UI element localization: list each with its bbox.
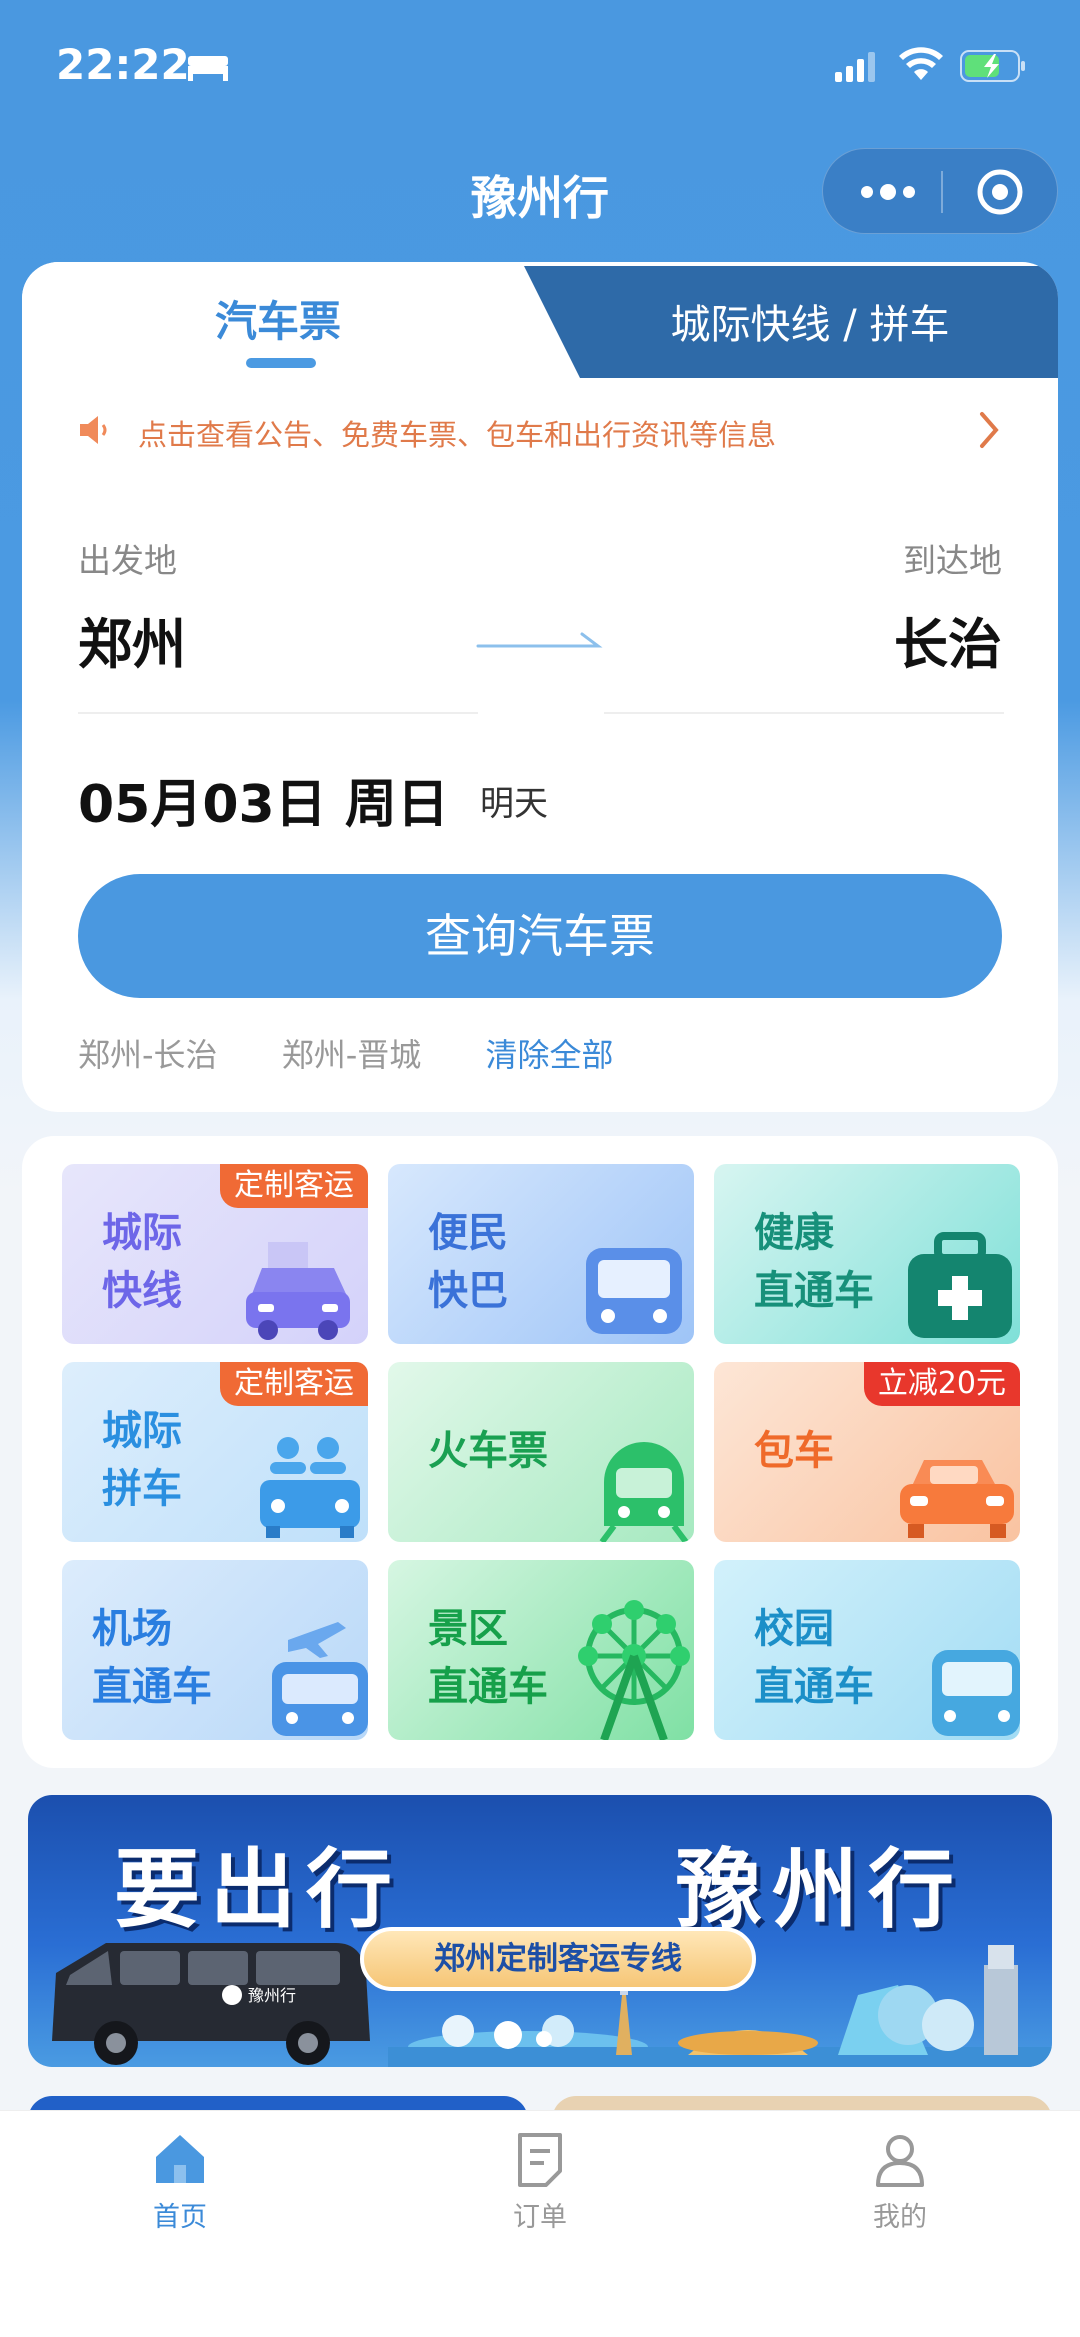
tab-profile[interactable]: 我的 xyxy=(800,2129,1000,2234)
service-health-shuttle[interactable]: 健康 直通车 xyxy=(714,1164,1020,1344)
from-city[interactable]: 郑州 xyxy=(78,600,186,679)
more-icon[interactable] xyxy=(853,169,923,215)
tile-label: 直通车 xyxy=(92,1664,212,1710)
banner-pagination-dot xyxy=(536,2031,552,2047)
search-bus-ticket-button[interactable]: 查询汽车票 xyxy=(78,874,1002,998)
clear-history-button[interactable]: 清除全部 xyxy=(485,1036,613,1074)
banner-slogan-left: 要出行 xyxy=(114,1840,402,1940)
tile-label: 直通车 xyxy=(754,1268,874,1314)
ferris-wheel-icon xyxy=(578,1600,690,1740)
tab-intercity-carpool[interactable]: 城际快线 / 拼车 xyxy=(562,292,1058,350)
history-item[interactable]: 郑州-晋城 xyxy=(282,1036,422,1074)
to-underline xyxy=(604,712,1004,714)
tile-badge: 定制客运 xyxy=(220,1164,368,1208)
van-brand-text: 豫州行 xyxy=(248,1986,296,2005)
airport-bus-icon xyxy=(272,1622,368,1736)
tab-orders[interactable]: 订单 xyxy=(440,2129,640,2234)
train-icon xyxy=(599,1442,689,1542)
tile-label: 直通车 xyxy=(428,1664,548,1710)
van-illustration: 豫州行 xyxy=(52,1943,370,2065)
order-icon xyxy=(518,2133,562,2187)
from-underline xyxy=(78,712,478,714)
tile-label: 火车票 xyxy=(428,1428,548,1474)
service-scenic-shuttle[interactable]: 景区 直通车 xyxy=(388,1560,694,1740)
tile-label: 机场 xyxy=(92,1606,172,1652)
service-intercity-carpool[interactable]: 城际 拼车 定制客运 xyxy=(62,1362,368,1542)
tile-label: 健康 xyxy=(754,1210,834,1256)
notice-text: 点击查看公告、免费车票、包车和出行资讯等信息 xyxy=(138,418,777,452)
bus-icon xyxy=(586,1248,682,1334)
status-time: 22:22 xyxy=(56,40,190,89)
tab-label: 我的 xyxy=(873,2202,927,2233)
speaker-icon xyxy=(80,416,107,444)
chevron-right-icon xyxy=(980,412,999,448)
service-train-ticket[interactable]: 火车票 xyxy=(388,1362,694,1542)
bottom-tab-bar: 首页 订单 我的 xyxy=(0,2110,1080,2337)
to-label: 到达地 xyxy=(903,541,1002,580)
service-grid: 城际 快线 定制客运 便民 快巴 健康 直通车 城际 拼车 定制客运 火车票 包… xyxy=(22,1136,1058,1768)
tile-badge: 定制客运 xyxy=(220,1362,368,1406)
signal-icon xyxy=(835,52,875,82)
service-convenience-bus[interactable]: 便民 快巴 xyxy=(388,1164,694,1344)
tile-label: 拼车 xyxy=(102,1466,182,1512)
home-icon xyxy=(156,2135,204,2183)
carpool-icon xyxy=(260,1437,360,1538)
tile-label: 包车 xyxy=(754,1428,834,1474)
tab-active-indicator xyxy=(246,358,316,368)
user-icon xyxy=(876,2135,924,2187)
tile-label: 快巴 xyxy=(428,1268,508,1314)
service-airport-shuttle[interactable]: 机场 直通车 xyxy=(62,1560,368,1740)
banner-slogan-right: 豫州行 xyxy=(676,1840,964,1940)
capsule-divider xyxy=(941,171,943,213)
notice-bar[interactable]: 点击查看公告、免费车票、包车和出行资讯等信息 xyxy=(22,392,1058,480)
route-arrow-icon[interactable] xyxy=(476,624,604,654)
wifi-icon xyxy=(899,47,943,80)
service-intercity-express[interactable]: 城际 快线 定制客运 xyxy=(62,1164,368,1344)
car-icon xyxy=(900,1460,1014,1538)
school-bus-icon xyxy=(932,1650,1020,1736)
battery-icon xyxy=(960,50,1025,82)
banner-route-label: 郑州定制客运专线 xyxy=(360,1927,756,1991)
tile-badge: 立减20元 xyxy=(863,1362,1020,1406)
mini-program-capsule xyxy=(822,148,1058,234)
bed-icon xyxy=(188,56,228,81)
tile-label: 城际 xyxy=(102,1210,182,1256)
status-bar: 22:22 xyxy=(0,0,1080,140)
departure-date-relative: 明天 xyxy=(480,784,548,824)
departure-date[interactable]: 05月03日 周日 xyxy=(78,762,449,837)
close-target-icon[interactable] xyxy=(975,167,1025,217)
tile-label: 快线 xyxy=(102,1268,182,1314)
ticket-tab-bar: 汽车票 城际快线 / 拼车 xyxy=(22,262,1058,382)
tab-home[interactable]: 首页 xyxy=(80,2129,280,2234)
service-campus-shuttle[interactable]: 校园 直通车 xyxy=(714,1560,1020,1740)
tab-label: 首页 xyxy=(153,2202,207,2233)
service-charter[interactable]: 包车 立减20元 xyxy=(714,1362,1020,1542)
tile-label: 校园 xyxy=(754,1606,834,1652)
promo-banner[interactable]: 要出行 豫州行 豫州行 郑州定制客运专线 xyxy=(28,1795,1052,2067)
tile-label: 城际 xyxy=(102,1408,182,1454)
to-city[interactable]: 长治 xyxy=(894,600,1002,679)
tile-label: 景区 xyxy=(428,1606,508,1652)
ticket-search-card: 汽车票 城际快线 / 拼车 点击查看公告、免费车票、包车和出行资讯等信息 出发地… xyxy=(22,262,1058,1112)
history-item[interactable]: 郑州-长治 xyxy=(78,1036,218,1074)
medical-kit-icon xyxy=(908,1232,1012,1338)
tab-label: 订单 xyxy=(513,2202,567,2233)
taxi-icon xyxy=(246,1242,350,1340)
tile-label: 直通车 xyxy=(754,1664,874,1710)
tile-label: 便民 xyxy=(428,1210,508,1256)
from-label: 出发地 xyxy=(78,541,177,580)
tab-bus-ticket[interactable]: 汽车票 xyxy=(22,288,534,349)
search-history: 郑州-长治 郑州-晋城 清除全部 xyxy=(78,1030,667,1076)
